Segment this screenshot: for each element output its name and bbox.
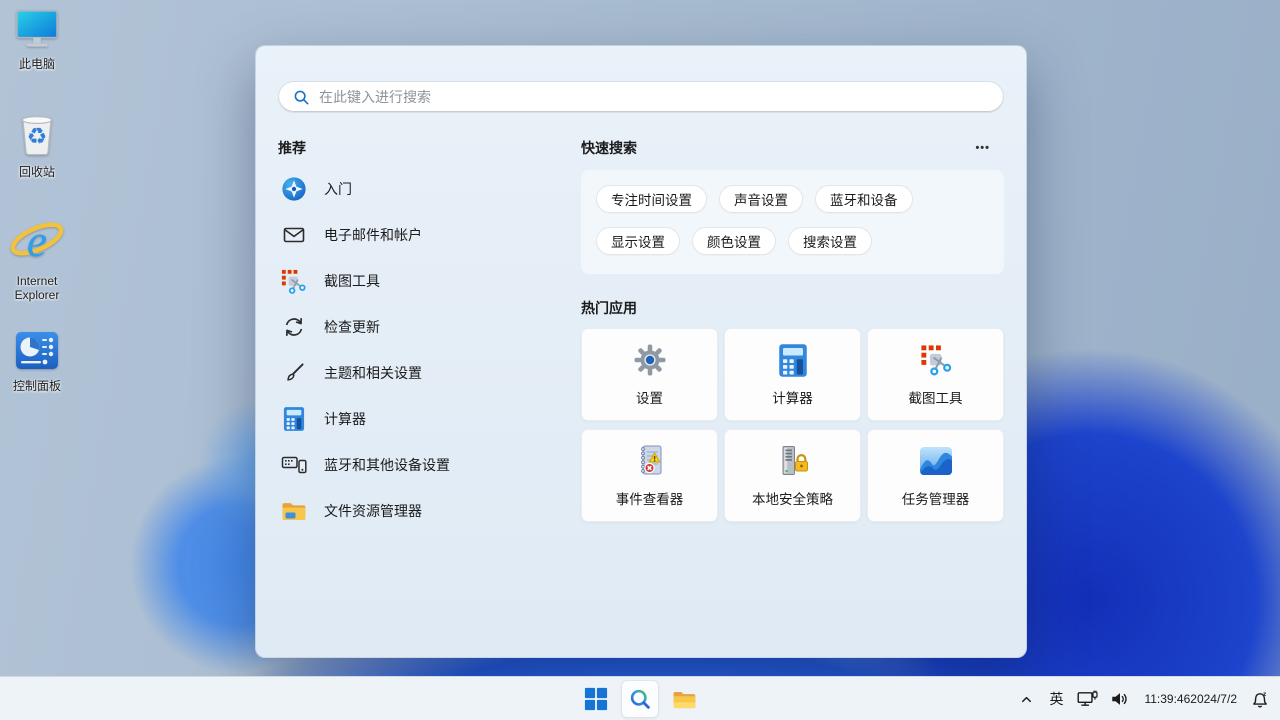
taskbar-search-button[interactable] [621, 680, 659, 718]
internet-explorer-icon: e [9, 213, 65, 272]
network-icon[interactable] [1073, 681, 1102, 717]
desktop-icon-label: 回收站 [19, 166, 55, 180]
file-explorer-icon [280, 498, 307, 525]
language-indicator[interactable]: 英 [1043, 681, 1069, 717]
recommended-item-check-updates[interactable]: 检查更新 [278, 304, 581, 350]
recommended-item-mail[interactable]: 电子邮件和帐户 [278, 212, 581, 258]
bluetooth-devices-icon [280, 452, 307, 479]
settings-gear-icon [632, 342, 668, 378]
recommended-item-snipping-tool[interactable]: 截图工具 [278, 258, 581, 304]
recommended-item-label: 检查更新 [324, 317, 380, 337]
check-updates-icon [280, 314, 307, 341]
more-options-button[interactable]: ••• [971, 140, 994, 156]
app-card-task-manager[interactable]: 任务管理器 [867, 429, 1004, 522]
event-viewer-icon [634, 443, 666, 479]
recommended-item-themes[interactable]: 主题和相关设置 [278, 350, 581, 396]
snipping-tool-icon [280, 268, 307, 295]
top-apps-title: 热门应用 [581, 298, 1004, 318]
recommended-item-bluetooth-devices[interactable]: 蓝牙和其他设备设置 [278, 442, 581, 488]
top-apps-grid: 设置 [581, 328, 1004, 522]
recommended-item-label: 电子邮件和帐户 [324, 225, 422, 245]
recommended-item-calculator[interactable]: 计算器 [278, 396, 581, 442]
app-card-label: 本地安全策略 [752, 488, 833, 508]
this-pc-icon [14, 8, 60, 55]
quick-search-pill[interactable]: 专注时间设置 [596, 185, 707, 213]
chevron-up-icon [1019, 692, 1034, 707]
recycle-bin-icon: ♻ [15, 110, 59, 163]
desktop-icon-recycle-bin[interactable]: ♻ 回收站 [0, 110, 74, 180]
taskbar-file-explorer-button[interactable] [665, 680, 703, 718]
search-input[interactable] [319, 89, 989, 105]
svg-text:♻: ♻ [27, 123, 48, 149]
quick-search-pill[interactable]: 显示设置 [596, 227, 680, 255]
app-card-label: 设置 [636, 387, 663, 407]
quick-search-pill[interactable]: 颜色设置 [692, 227, 776, 255]
desktop-icon-this-pc[interactable]: 此电脑 [0, 8, 74, 72]
recommended-item-label: 入门 [324, 179, 352, 199]
app-card-label: 事件查看器 [616, 488, 684, 508]
calculator-icon [778, 342, 808, 378]
quick-search-pill[interactable]: 搜索设置 [788, 227, 872, 255]
recommended-item-label: 主题和相关设置 [324, 363, 422, 383]
desktop-icon-label: 此电脑 [19, 58, 55, 72]
recommended-item-label: 文件资源管理器 [324, 501, 422, 521]
clock[interactable]: 11:39:46 2024/7/2 [1138, 681, 1243, 717]
quick-search-title: 快速搜索 [581, 138, 637, 158]
recommended-item-file-explorer[interactable]: 文件资源管理器 [278, 488, 581, 534]
themes-brush-icon [280, 360, 307, 387]
app-card-calculator[interactable]: 计算器 [724, 328, 861, 421]
quick-search-card: 专注时间设置 声音设置 蓝牙和设备 显示设置 颜色设置 搜索设置 [581, 170, 1004, 274]
show-hidden-icons-button[interactable] [1013, 681, 1039, 717]
control-panel-icon [14, 330, 60, 377]
quick-search-pill[interactable]: 声音设置 [719, 185, 803, 213]
app-card-event-viewer[interactable]: 事件查看器 [581, 429, 718, 522]
svg-text:z: z [1263, 690, 1267, 697]
app-card-label: 计算器 [772, 387, 813, 407]
get-started-icon [280, 176, 307, 203]
start-button[interactable] [577, 680, 615, 718]
quick-search-pill[interactable]: 蓝牙和设备 [815, 185, 913, 213]
app-card-snipping-tool[interactable]: 截图工具 [867, 328, 1004, 421]
recommended-item-label: 计算器 [324, 409, 366, 429]
desktop-icon-label: 控制面板 [13, 380, 61, 394]
taskbar: 英 11:39:46 2024/7/2 z [0, 676, 1280, 720]
recommended-title: 推荐 [278, 138, 581, 158]
app-card-label: 任务管理器 [902, 488, 970, 508]
recommended-list: 入门 电子邮件和帐户 [278, 166, 581, 534]
clock-date: 2024/7/2 [1190, 692, 1237, 706]
app-card-local-security[interactable]: 本地安全策略 [724, 429, 861, 522]
recommended-item-get-started[interactable]: 入门 [278, 166, 581, 212]
svg-text:e: e [27, 215, 47, 266]
notification-bell-dnd-icon[interactable]: z [1247, 681, 1274, 717]
recommended-item-label: 蓝牙和其他设备设置 [324, 455, 450, 475]
app-card-label: 截图工具 [909, 387, 963, 407]
volume-icon[interactable] [1106, 681, 1134, 717]
task-manager-icon [919, 443, 953, 479]
search-box [278, 81, 1004, 113]
desktop-icon-internet-explorer[interactable]: e Internet Explorer [0, 213, 74, 303]
search-flyout-panel: 推荐 入门 [255, 45, 1027, 658]
app-card-settings[interactable]: 设置 [581, 328, 718, 421]
mail-icon [280, 222, 307, 249]
clock-time: 11:39:46 [1144, 692, 1190, 706]
calculator-icon [280, 406, 307, 433]
desktop-icon-control-panel[interactable]: 控制面板 [0, 330, 74, 394]
desktop-icon-label: Internet Explorer [0, 275, 74, 303]
local-security-icon [776, 443, 810, 479]
snipping-tool-icon [919, 342, 953, 378]
recommended-item-label: 截图工具 [324, 271, 380, 291]
search-icon [293, 89, 310, 106]
